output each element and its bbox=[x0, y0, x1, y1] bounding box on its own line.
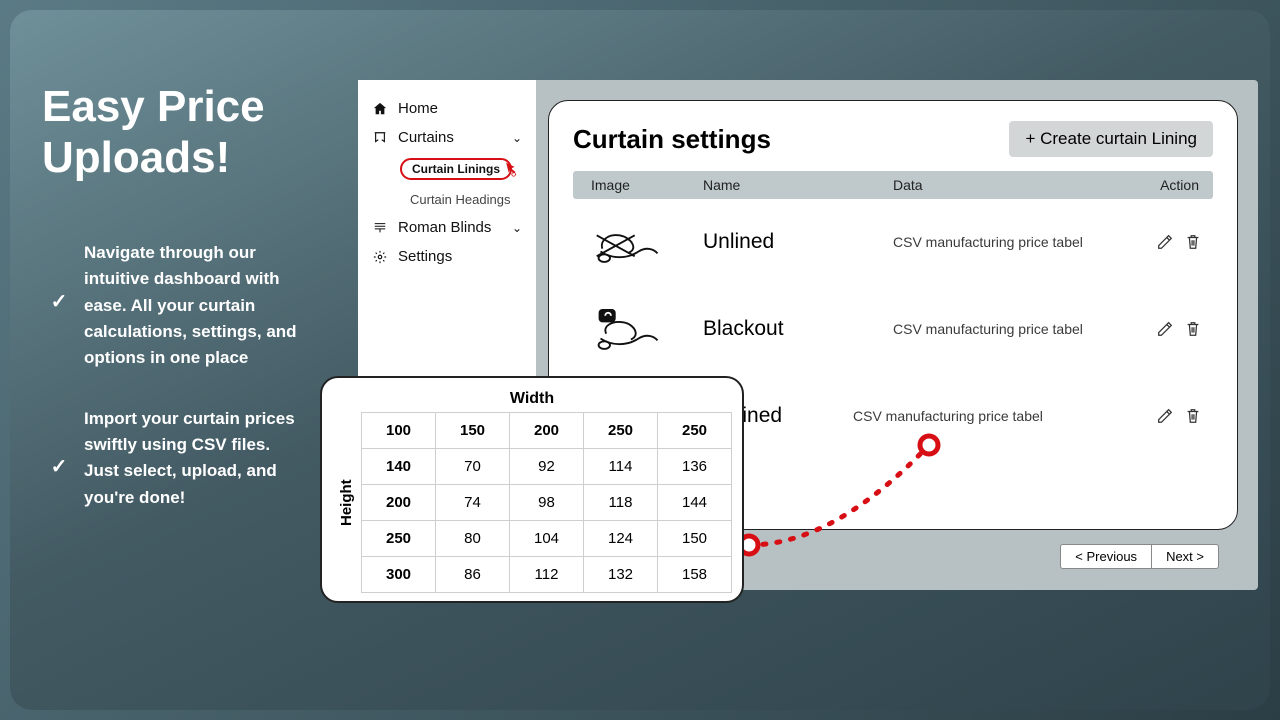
delete-icon[interactable] bbox=[1183, 232, 1203, 252]
csv-grid: 100 150 200 250 250 140 70 92 114 136 20… bbox=[361, 412, 732, 593]
sidebar-item-home[interactable]: Home bbox=[358, 94, 536, 123]
bullet-text: Import your curtain prices swiftly using… bbox=[84, 406, 303, 511]
csv-title-top: Width bbox=[332, 390, 732, 408]
sidebar-item-roman-blinds[interactable]: Roman Blinds ⌄ bbox=[358, 213, 536, 242]
csv-row-header: 300 bbox=[362, 557, 436, 593]
chevron-down-icon: ⌄ bbox=[512, 131, 522, 145]
row-data: CSV manufacturing price tabel bbox=[893, 234, 1123, 250]
column-header-image: Image bbox=[573, 177, 703, 193]
chevron-down-icon: ⌄ bbox=[512, 221, 522, 235]
sidebar-item-label: Settings bbox=[398, 248, 452, 265]
gear-icon bbox=[372, 249, 388, 265]
csv-cell: 144 bbox=[658, 485, 732, 521]
column-header-data: Data bbox=[893, 177, 1123, 193]
csv-cell: 74 bbox=[436, 485, 510, 521]
csv-col-header: 150 bbox=[436, 413, 510, 449]
csv-cell: 118 bbox=[584, 485, 658, 521]
panel-title: Curtain settings bbox=[573, 124, 771, 155]
sidebar-item-label: Roman Blinds bbox=[398, 219, 491, 236]
check-icon: ✓ bbox=[48, 290, 70, 312]
cursor-click-icon bbox=[502, 161, 522, 184]
csv-cell: 132 bbox=[584, 557, 658, 593]
pager: < Previous Next > bbox=[1060, 544, 1219, 569]
sidebar-item-curtain-headings[interactable]: Curtain Headings bbox=[358, 186, 536, 213]
table-header: Image Name Data Action bbox=[573, 171, 1213, 199]
delete-icon[interactable] bbox=[1183, 406, 1203, 426]
csv-cell: 124 bbox=[584, 521, 658, 557]
curtains-icon bbox=[372, 130, 388, 146]
csv-cell: 114 bbox=[584, 449, 658, 485]
prev-button[interactable]: < Previous bbox=[1061, 545, 1151, 568]
csv-col-header: 250 bbox=[658, 413, 732, 449]
sidebar-item-label: Home bbox=[398, 100, 438, 117]
lining-thumb-icon bbox=[591, 304, 667, 354]
csv-col-header: 100 bbox=[362, 413, 436, 449]
csv-row-header: 250 bbox=[362, 521, 436, 557]
csv-cell: 98 bbox=[510, 485, 584, 521]
csv-col-header: 250 bbox=[584, 413, 658, 449]
table-row: Blackout CSV manufacturing price tabel bbox=[573, 285, 1213, 372]
edit-icon[interactable] bbox=[1155, 406, 1175, 426]
row-data: CSV manufacturing price tabel bbox=[853, 408, 1123, 424]
csv-cell: 158 bbox=[658, 557, 732, 593]
delete-icon[interactable] bbox=[1183, 319, 1203, 339]
csv-cell: 104 bbox=[510, 521, 584, 557]
csv-cell: 136 bbox=[658, 449, 732, 485]
csv-cell: 80 bbox=[436, 521, 510, 557]
csv-row-header: 140 bbox=[362, 449, 436, 485]
next-button[interactable]: Next > bbox=[1151, 545, 1218, 568]
csv-cell: 150 bbox=[658, 521, 732, 557]
column-header-action: Action bbox=[1123, 177, 1213, 193]
create-lining-button[interactable]: + Create curtain Lining bbox=[1009, 121, 1213, 157]
hero-bullets: ✓ Navigate through our intuitive dashboa… bbox=[48, 240, 303, 545]
bullet-text: Navigate through our intuitive dashboard… bbox=[84, 240, 303, 372]
row-name: Unlined bbox=[703, 230, 893, 254]
sidebar-item-label: Curtains bbox=[398, 129, 454, 146]
csv-price-table: Width Height 100 150 200 250 250 140 70 … bbox=[320, 376, 744, 603]
sidebar-item-label: Curtain Headings bbox=[410, 192, 510, 207]
sidebar-item-curtain-linings[interactable]: Curtain Linings bbox=[358, 152, 536, 186]
csv-cell: 70 bbox=[436, 449, 510, 485]
sidebar-item-label: Curtain Linings bbox=[412, 162, 500, 176]
row-data: CSV manufacturing price tabel bbox=[893, 321, 1123, 337]
home-icon bbox=[372, 101, 388, 117]
csv-cell: 92 bbox=[510, 449, 584, 485]
csv-row-header: 200 bbox=[362, 485, 436, 521]
csv-cell: 112 bbox=[510, 557, 584, 593]
sidebar-item-settings[interactable]: Settings bbox=[358, 242, 536, 271]
lining-thumb-icon bbox=[591, 217, 667, 267]
csv-cell: 86 bbox=[436, 557, 510, 593]
table-row: Unlined CSV manufacturing price tabel bbox=[573, 199, 1213, 285]
edit-icon[interactable] bbox=[1155, 232, 1175, 252]
edit-icon[interactable] bbox=[1155, 319, 1175, 339]
check-icon: ✓ bbox=[48, 456, 70, 478]
hero-title: Easy Price Uploads! bbox=[42, 82, 265, 183]
csv-col-header: 200 bbox=[510, 413, 584, 449]
sidebar-item-curtains[interactable]: Curtains ⌄ bbox=[358, 123, 536, 152]
column-header-name: Name bbox=[703, 177, 893, 193]
row-name: Blackout bbox=[703, 317, 893, 341]
blinds-icon bbox=[372, 220, 388, 236]
csv-title-left: Height bbox=[332, 412, 361, 593]
